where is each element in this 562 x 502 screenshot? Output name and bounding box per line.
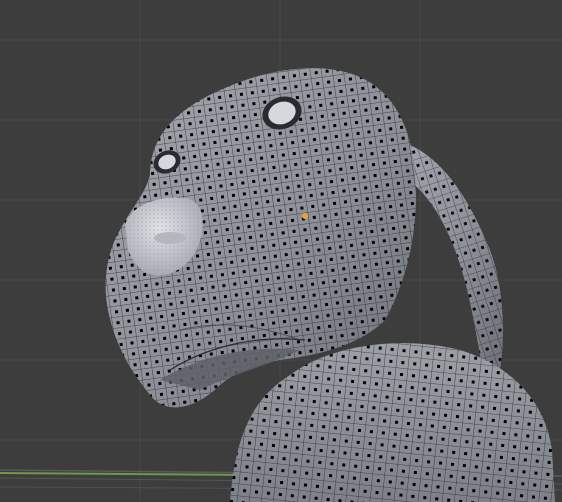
3d-viewport[interactable] xyxy=(0,0,562,502)
object-origin-point[interactable] xyxy=(302,213,308,219)
dog-body-mesh[interactable] xyxy=(230,343,555,502)
viewport-canvas[interactable] xyxy=(0,0,562,502)
